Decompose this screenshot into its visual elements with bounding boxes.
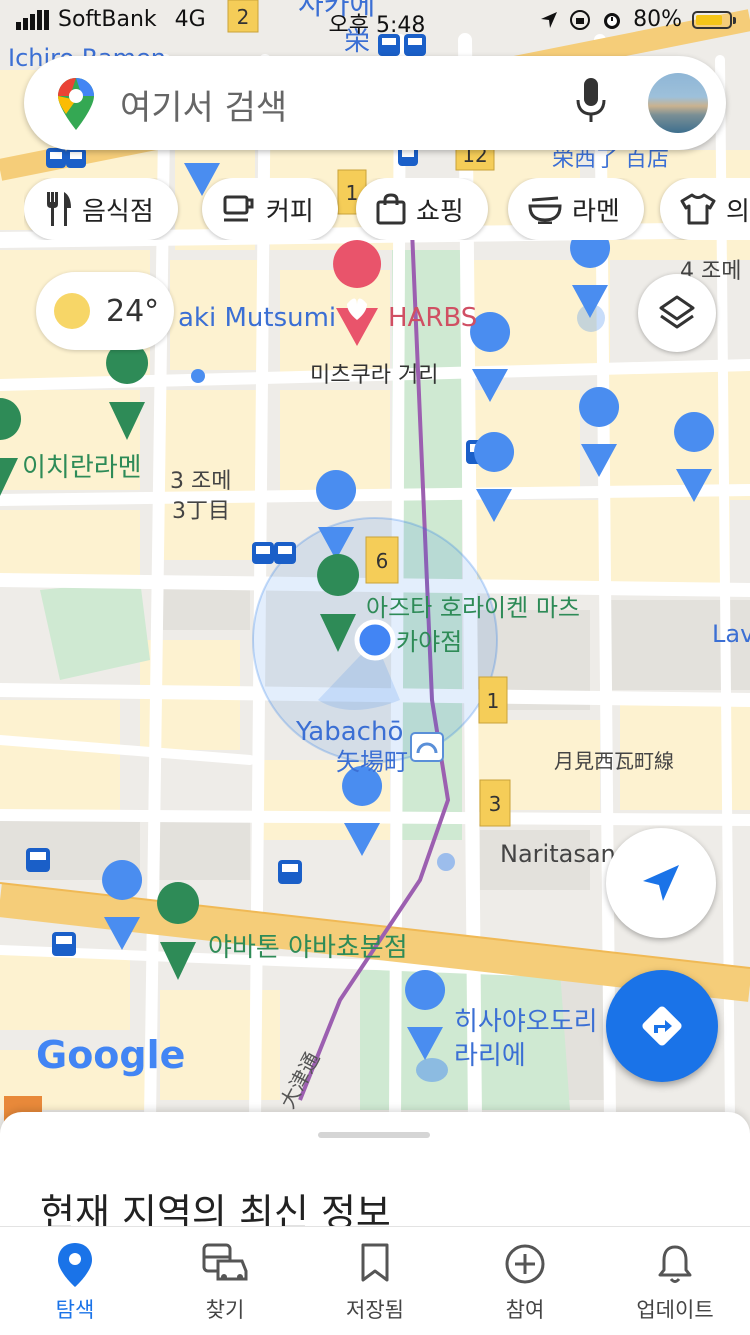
search-placeholder[interactable]: 여기서 검색 (120, 80, 287, 129)
map-label-tsukimi: 月見西瓦町線 (554, 749, 674, 773)
tab-label: 참여 (505, 1298, 545, 1322)
tab-commute[interactable]: 찾기 (150, 1227, 300, 1335)
chip-label: 커피 (266, 196, 314, 227)
layers-icon (659, 295, 695, 329)
sun-icon (54, 293, 90, 329)
map-label-ichiran: 이치란라멘 (22, 453, 142, 483)
map-label-michikura: 미츠쿠라 거리 (310, 363, 438, 388)
status-time: 오후 5:48 (328, 13, 426, 38)
bottom-sheet[interactable]: 현재 지역의 최신 정보 (0, 1112, 750, 1242)
tshirt-icon (680, 193, 716, 225)
shopping-bag-icon (376, 193, 406, 225)
map-label-astra-1: 아즈타 호라이켄 마츠 (366, 594, 580, 622)
chip-label: 쇼핑 (416, 196, 464, 227)
tab-label: 탐색 (55, 1298, 95, 1322)
microphone-icon[interactable] (576, 78, 606, 124)
bell-icon (658, 1245, 692, 1283)
account-avatar[interactable] (648, 73, 708, 133)
current-location-dot (354, 619, 396, 661)
battery-icon (692, 10, 736, 29)
add-circle-icon (505, 1244, 545, 1284)
google-maps-logo-icon (58, 78, 94, 130)
ramen-bowl-icon (528, 196, 562, 224)
fork-knife-icon (47, 192, 71, 226)
weather-chip[interactable]: 24° (36, 272, 174, 350)
map-label-hisaya-2: 라리에 (454, 1041, 526, 1071)
map-label-astra-2: 카야점 (396, 628, 462, 656)
category-chips: 음식점 커피 쇼핑 라멘 의류 (24, 178, 750, 240)
map-label-naritasan: Naritasan (500, 840, 616, 868)
google-logo: Google (36, 1033, 185, 1077)
directions-button[interactable] (606, 970, 718, 1082)
map-label-dept-store: 栄西了 百店 (552, 147, 669, 172)
map-label-yabacho-en: Yabachō (295, 717, 403, 747)
directions-icon (642, 1006, 682, 1046)
badge-6: 6 (376, 549, 389, 573)
chip-label: 음식점 (82, 196, 154, 227)
tab-updates[interactable]: 업데이트 (600, 1227, 750, 1335)
battery-percent: 80% (633, 7, 682, 32)
coffee-cup-icon (223, 195, 254, 222)
network-type: 4G (174, 7, 206, 32)
status-bar: SoftBank 4G 오후 5:48 80% (0, 0, 750, 40)
map-label-hisaya-1: 히사야오도리 (454, 1007, 598, 1037)
map-label-aki-mutsumi: aki Mutsumi (178, 303, 336, 333)
chip-restaurants[interactable]: 음식점 (24, 178, 178, 240)
layers-button[interactable] (638, 274, 716, 352)
bookmark-icon (361, 1243, 389, 1282)
my-location-button[interactable] (606, 828, 716, 938)
signal-bars-icon (16, 9, 49, 30)
chip-coffee[interactable]: 커피 (202, 178, 338, 240)
tab-contribute[interactable]: 참여 (450, 1227, 600, 1335)
location-arrow-icon (541, 11, 558, 28)
map-label-3-chome-kanji: 3丁目 (172, 499, 230, 524)
map-label-lav: Lav (712, 620, 750, 648)
sheet-drag-handle[interactable] (318, 1132, 430, 1138)
navigation-arrow-icon (643, 865, 679, 901)
chip-clothing[interactable]: 의류 (660, 178, 750, 240)
chip-ramen[interactable]: 라멘 (508, 178, 644, 240)
tab-saved[interactable]: 저장됨 (300, 1227, 450, 1335)
explore-pin-icon (58, 1243, 92, 1287)
commute-icon (202, 1243, 248, 1281)
map-label-yabacho-jp: 矢場町 (336, 748, 408, 776)
map-label-3-chome: 3 조메 (170, 469, 231, 494)
carrier-name: SoftBank (58, 7, 157, 32)
map-label-yabaton: 야바톤 야바쵸본점 (208, 933, 408, 963)
chip-shopping[interactable]: 쇼핑 (356, 178, 488, 240)
map-label-harbs: HARBS (388, 303, 477, 333)
tab-label: 업데이트 (636, 1298, 714, 1322)
alarm-icon (604, 12, 621, 29)
tab-explore[interactable]: 탐색 (0, 1227, 150, 1335)
chip-label: 라멘 (572, 196, 620, 227)
rotation-lock-icon (570, 9, 591, 30)
tab-label: 찾기 (205, 1298, 245, 1322)
bottom-tab-bar: 탐색 찾기 저장됨 참여 업데이트 (0, 1226, 750, 1335)
search-bar[interactable]: 여기서 검색 (24, 56, 726, 150)
badge-3: 3 (489, 792, 502, 816)
tab-label: 저장됨 (346, 1298, 404, 1322)
chip-label: 의류 (726, 196, 750, 227)
badge-1b: 1 (487, 689, 500, 713)
temperature: 24° (106, 293, 160, 329)
